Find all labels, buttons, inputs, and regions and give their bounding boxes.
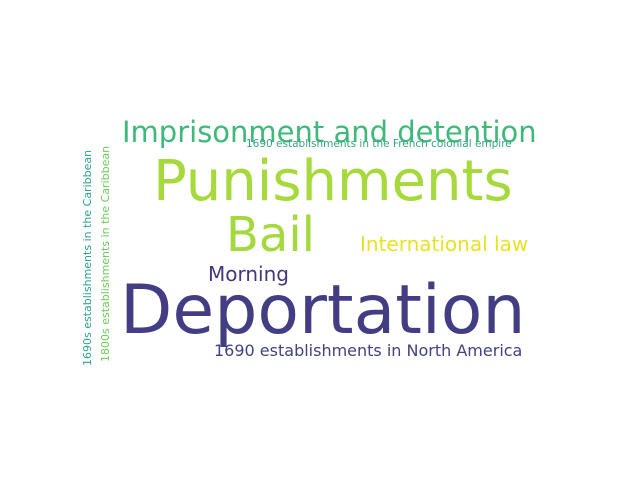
word-cloud: Imprisonment and detention 1690 establis… [0, 0, 640, 480]
word-1690-french-colonial-empire: 1690 establishments in the French coloni… [246, 138, 512, 150]
word-deportation: Deportation [120, 271, 526, 350]
word-1690s-caribbean: 1690s establishments in the Caribbean [81, 149, 94, 366]
word-international-law: International law [360, 232, 529, 256]
word-punishments: Punishments [153, 149, 513, 214]
word-bail: Bail [226, 207, 316, 263]
word-1690-north-america: 1690 establishments in North America [214, 341, 523, 360]
word-1800s-caribbean: 1800s establishments in the Caribbean [99, 145, 112, 362]
